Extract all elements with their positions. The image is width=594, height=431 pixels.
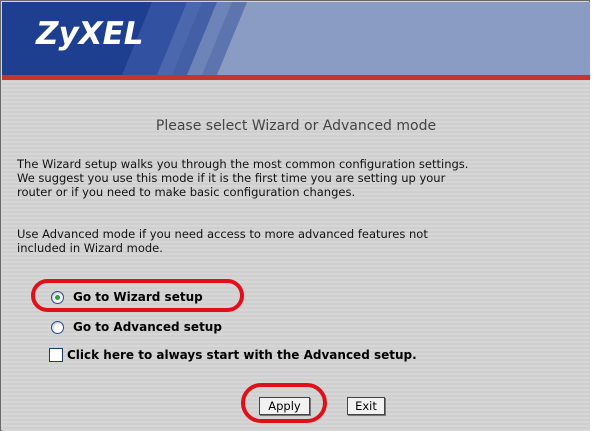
advanced-description-line: Use Advanced mode if you need access to …	[17, 227, 428, 241]
page-title: Please select Wizard or Advanced mode	[155, 118, 437, 134]
always-advanced-checkbox-row[interactable]: Click here to always start with the Adva…	[49, 348, 417, 362]
wizard-description: The Wizard setup walks you through the m…	[17, 157, 592, 199]
always-advanced-checkbox[interactable]	[49, 348, 63, 362]
wizard-description-line: router or if you need to make basic conf…	[17, 185, 356, 199]
advanced-description: Use Advanced mode if you need access to …	[17, 227, 592, 255]
setup-window: ZyXEL Please select Wizard or Advanced m…	[0, 0, 590, 431]
advanced-radio[interactable]	[51, 320, 64, 334]
main-panel: Please select Wizard or Advanced mode Th…	[2, 80, 590, 431]
zyxel-logo: ZyXEL	[36, 16, 144, 52]
advanced-option-label[interactable]: Go to Advanced setup	[73, 320, 222, 334]
always-advanced-label[interactable]: Click here to always start with the Adva…	[67, 348, 417, 362]
advanced-option[interactable]: Go to Advanced setup	[51, 320, 222, 334]
wizard-description-line: We suggest you use this mode if it is th…	[17, 171, 446, 185]
wizard-highlight-ring	[31, 279, 244, 312]
advanced-description-line: included in Wizard mode.	[17, 241, 163, 255]
header-banner: ZyXEL	[2, 2, 590, 75]
wizard-description-line: The Wizard setup walks you through the m…	[17, 157, 469, 171]
apply-button[interactable]: Apply	[259, 397, 310, 415]
exit-button[interactable]: Exit	[347, 397, 385, 415]
